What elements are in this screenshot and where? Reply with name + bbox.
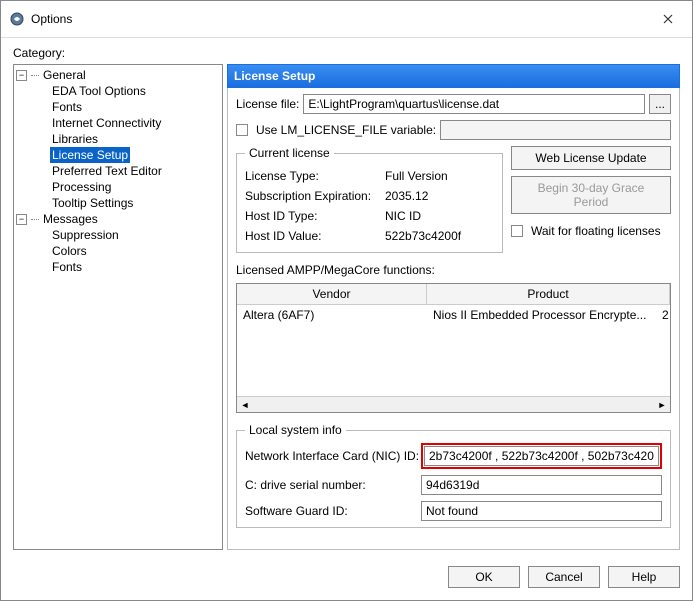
scroll-left-icon[interactable]: ◄	[237, 397, 253, 413]
cancel-button[interactable]: Cancel	[528, 566, 600, 588]
hostid-value-label: Host ID Value:	[245, 226, 385, 246]
license-file-label: License file:	[236, 97, 299, 111]
hostid-type-value: NIC ID	[385, 206, 494, 226]
begin-grace-button: Begin 30-day Grace Period	[511, 176, 671, 214]
license-file-input[interactable]	[303, 94, 645, 114]
subscription-exp-label: Subscription Expiration:	[245, 186, 385, 206]
th-vendor[interactable]: Vendor	[237, 284, 427, 304]
tree-node-messages[interactable]: − Messages	[14, 211, 222, 227]
software-guard-label: Software Guard ID:	[245, 504, 421, 518]
c-drive-label: C: drive serial number:	[245, 478, 421, 492]
hostid-type-label: Host ID Type:	[245, 206, 385, 226]
help-button[interactable]: Help	[608, 566, 680, 588]
browse-button[interactable]: ...	[649, 94, 671, 114]
license-type-label: License Type:	[245, 166, 385, 186]
software-guard-value[interactable]	[421, 501, 662, 521]
wait-floating-label: Wait for floating licenses	[531, 224, 661, 238]
titlebar: Options	[1, 1, 692, 38]
horizontal-scrollbar[interactable]: ◄ ►	[237, 396, 670, 412]
panel-title: License Setup	[227, 64, 680, 88]
subscription-exp-value: 2035.12	[385, 186, 494, 206]
tree-item-internet-connectivity[interactable]: Internet Connectivity	[14, 115, 222, 131]
window-title: Options	[31, 12, 652, 26]
collapse-icon[interactable]: −	[16, 70, 27, 81]
hostid-value-value: 522b73c4200f	[385, 226, 494, 246]
use-env-label: Use LM_LICENSE_FILE variable:	[256, 123, 436, 137]
tree-item-eda-tool-options[interactable]: EDA Tool Options	[14, 83, 222, 99]
dialog-body: Category: − General EDA Tool Options Fon…	[1, 38, 692, 558]
tree-item-license-setup[interactable]: License Setup	[14, 147, 222, 163]
nic-id-label: Network Interface Card (NIC) ID:	[245, 449, 421, 463]
tree-item-fonts-msg[interactable]: Fonts	[14, 259, 222, 275]
th-product[interactable]: Product	[427, 284, 670, 304]
use-env-value	[440, 120, 671, 140]
current-license-legend: Current license	[245, 146, 334, 160]
tree-item-colors[interactable]: Colors	[14, 243, 222, 259]
right-panel: License Setup License file: ... Use LM_L…	[227, 64, 680, 550]
category-tree[interactable]: − General EDA Tool Options Fonts Interne…	[13, 64, 223, 550]
category-label: Category:	[13, 46, 680, 60]
tree-item-preferred-text-editor[interactable]: Preferred Text Editor	[14, 163, 222, 179]
cell-product: Nios II Embedded Processor Encrypte...	[427, 305, 656, 325]
close-button[interactable]	[652, 7, 684, 31]
licensed-functions-label: Licensed AMPP/MegaCore functions:	[236, 263, 671, 277]
dialog-buttons: OK Cancel Help	[1, 558, 692, 600]
options-dialog: Options Category: − General EDA Tool Opt…	[0, 0, 693, 601]
local-system-info-group: Local system info Network Interface Card…	[236, 423, 671, 528]
licensed-functions-table[interactable]: Vendor Product Altera (6AF7) Nios II Emb…	[236, 283, 671, 413]
tree-item-fonts[interactable]: Fonts	[14, 99, 222, 115]
tree-item-suppression[interactable]: Suppression	[14, 227, 222, 243]
tree-item-tooltip-settings[interactable]: Tooltip Settings	[14, 195, 222, 211]
c-drive-value[interactable]	[421, 475, 662, 495]
wait-floating-checkbox[interactable]	[511, 225, 523, 237]
web-license-update-button[interactable]: Web License Update	[511, 146, 671, 170]
table-row[interactable]: Altera (6AF7) Nios II Embedded Processor…	[237, 305, 670, 325]
local-info-legend: Local system info	[245, 423, 346, 437]
close-icon	[663, 14, 673, 24]
app-icon	[9, 11, 25, 27]
license-type-value: Full Version	[385, 166, 494, 186]
nic-id-value[interactable]	[424, 446, 659, 466]
collapse-icon[interactable]: −	[16, 214, 27, 225]
tree-node-general[interactable]: − General	[14, 67, 222, 83]
current-license-group: Current license License Type:Full Versio…	[236, 146, 503, 253]
ok-button[interactable]: OK	[448, 566, 520, 588]
tree-item-processing[interactable]: Processing	[14, 179, 222, 195]
use-env-checkbox[interactable]	[236, 124, 248, 136]
tree-item-libraries[interactable]: Libraries	[14, 131, 222, 147]
scroll-right-icon[interactable]: ►	[654, 397, 670, 413]
table-header: Vendor Product	[237, 284, 670, 305]
cell-extra: 2	[656, 305, 670, 325]
cell-vendor: Altera (6AF7)	[237, 305, 427, 325]
